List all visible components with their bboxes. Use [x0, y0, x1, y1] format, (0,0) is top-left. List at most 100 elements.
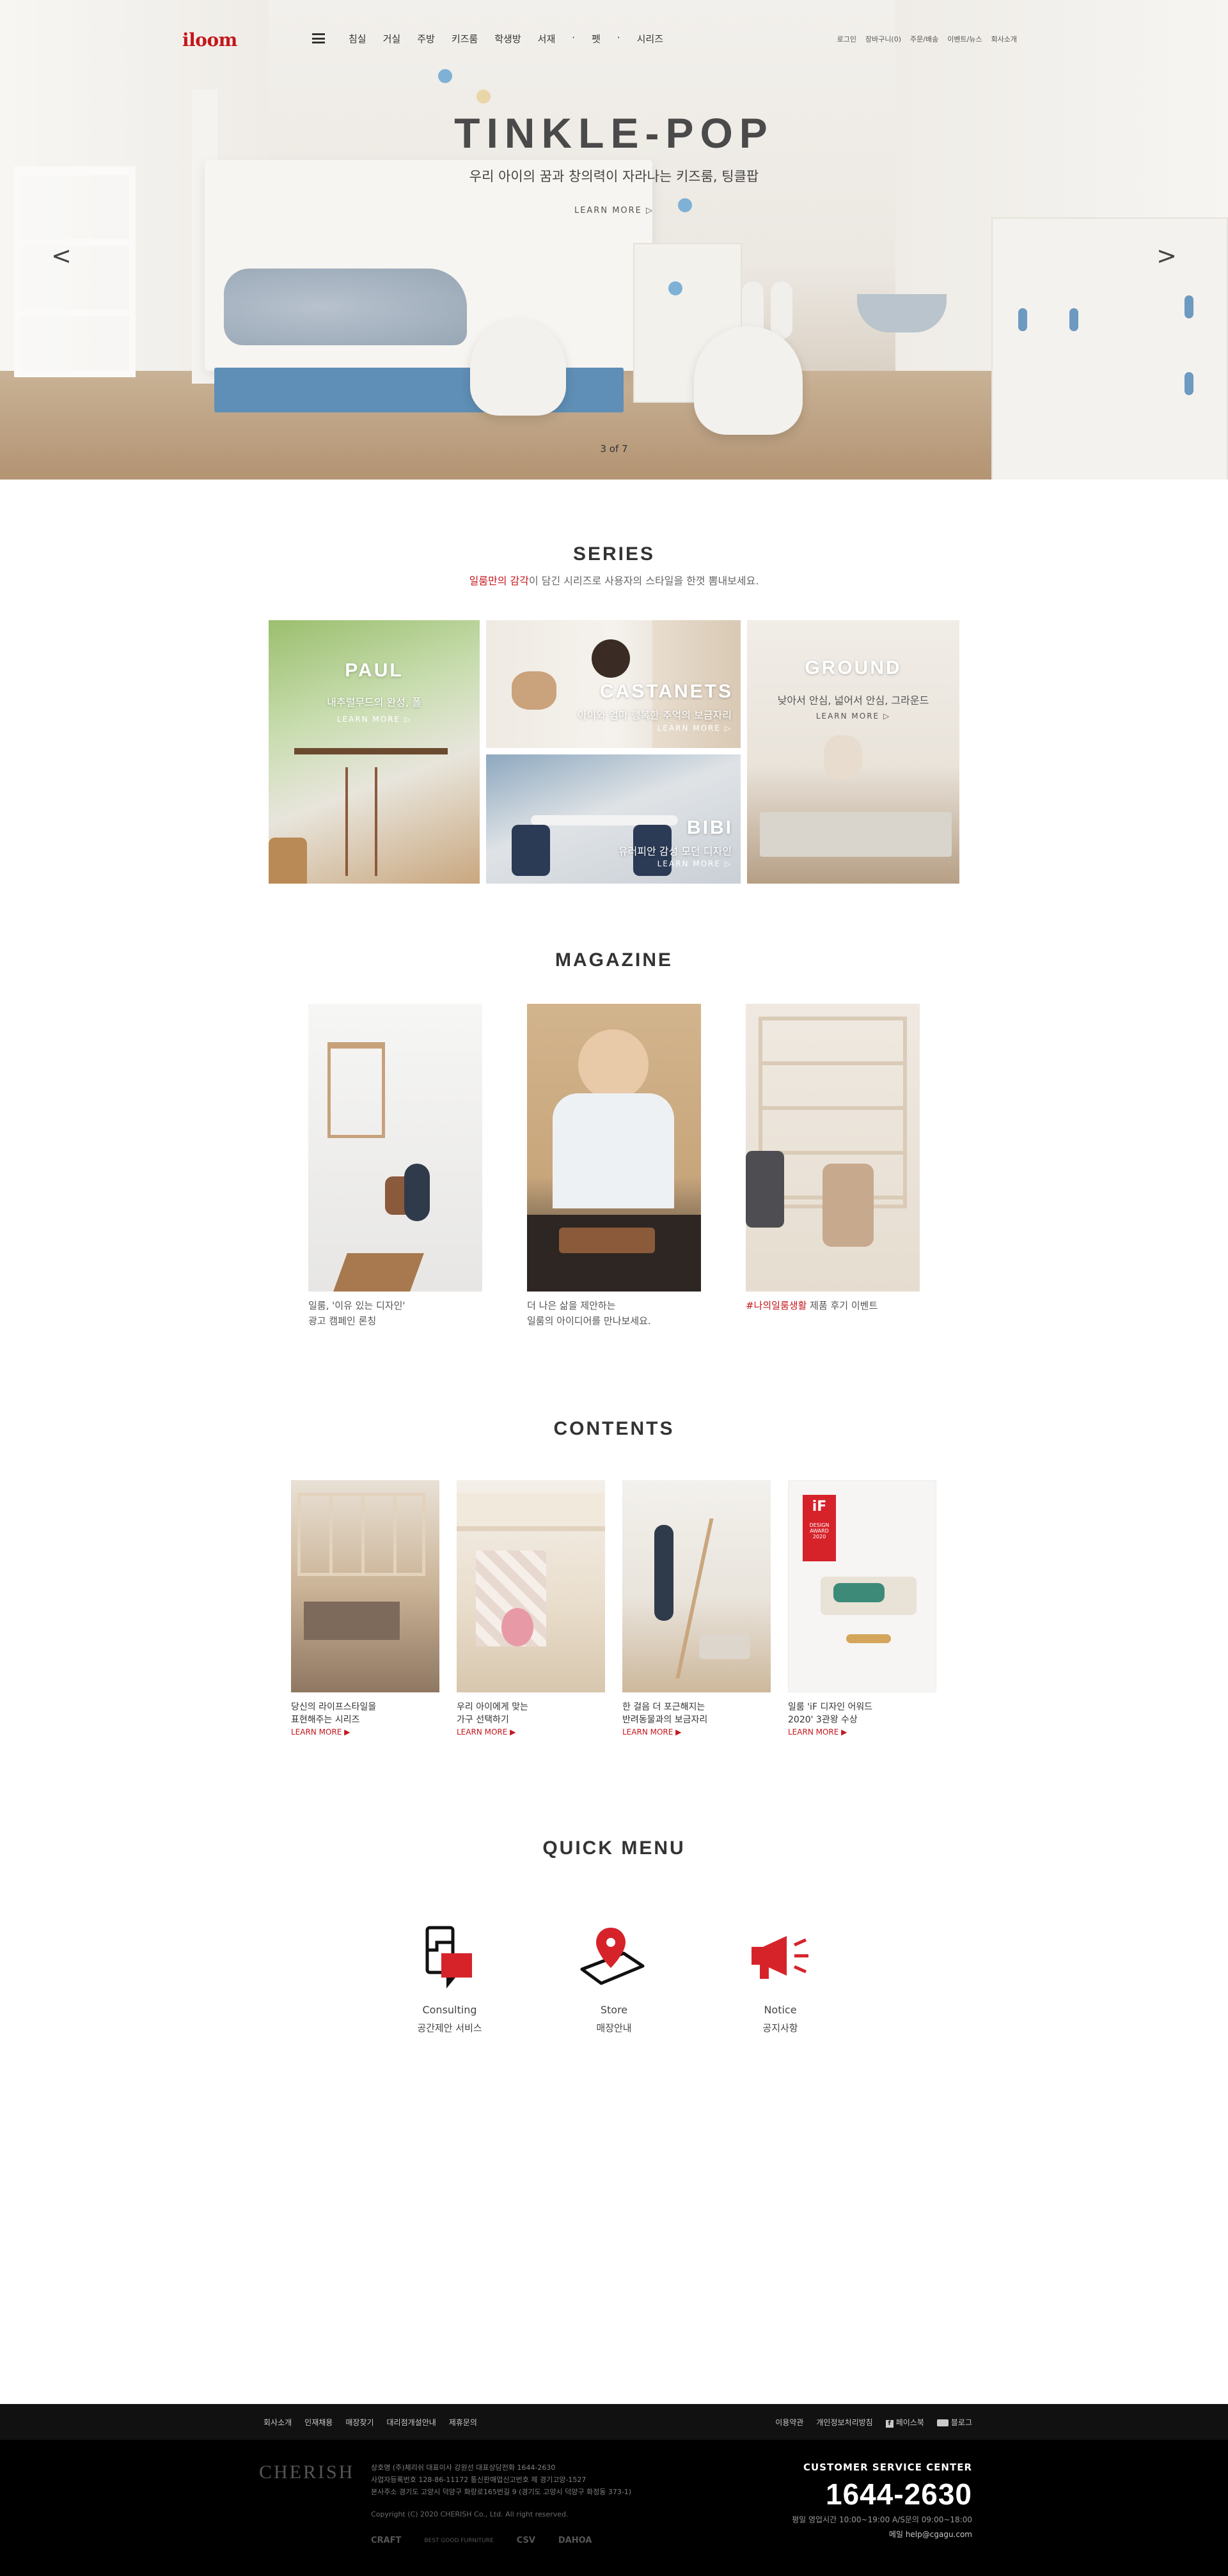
series-tile-ground[interactable]: GROUND 낮아서 안심, 넓어서 안심, 그라운드 LEARN MORE ▷ [747, 620, 959, 884]
nav-item-livingroom[interactable]: 거실 [383, 32, 401, 45]
nav-item-studentroom[interactable]: 학생방 [494, 32, 521, 45]
contents-title: CONTENTS [553, 1418, 675, 1439]
series-desc-line: 낮아서 안심, 넓어서 안심, 그라운드 [777, 694, 929, 706]
caption-line: 우리 아이에게 맞는 [457, 1702, 528, 1712]
series-learn-more[interactable]: LEARN MORE ▷ [747, 712, 959, 721]
footer-link-privacy[interactable]: 개인정보처리방침 [816, 2417, 872, 2428]
cs-mail[interactable]: 메일 help@cgagu.com [792, 2529, 972, 2540]
footer-links: 회사소개 인재채용 매장찾기 대리점개설안내 제휴문의 [264, 2417, 477, 2428]
mag-person [404, 1164, 430, 1221]
caption-line: 광고 캠페인 론칭 [308, 1315, 377, 1327]
footer-link-company[interactable]: 회사소개 [264, 2417, 292, 2428]
footer-link-recruit[interactable]: 인재채용 [304, 2417, 333, 2428]
contents-learn-more[interactable]: LEARN MORE ▶ [291, 1728, 350, 1737]
megaphone-icon [723, 1912, 838, 2001]
badge-line: DESIGN [809, 1522, 830, 1528]
util-events[interactable]: 이벤트/뉴스 [947, 34, 982, 44]
series-learn-more[interactable]: LEARN MORE ▷ [657, 859, 732, 868]
nav-item-kidsroom[interactable]: 키즈룸 [452, 32, 478, 45]
magazine-caption: 더 나은 삶을 제안하는 일룸의 아이디어를 만나보세요. [527, 1298, 701, 1329]
contents-card-pet[interactable] [622, 1480, 771, 1692]
ct-desk [304, 1602, 400, 1640]
magazine-card-ideas[interactable] [527, 1004, 701, 1292]
series-learn-more[interactable]: LEARN MORE ▷ [269, 715, 480, 724]
series-name: GROUND [805, 657, 902, 678]
caption-line: 일룸, '이유 있는 디자인' [308, 1300, 405, 1311]
quick-menu-ko: 매장안내 [596, 2022, 632, 2034]
footer-link-store[interactable]: 매장찾기 [345, 2417, 374, 2428]
contents-card-award[interactable]: iF DESIGN AWARD 2020 [788, 1480, 936, 1692]
magazine-card-campaign[interactable] [308, 1004, 482, 1292]
hero-prev-arrow-icon[interactable]: < [51, 242, 72, 270]
footer-link-partnership[interactable]: 제휴문의 [449, 2417, 477, 2428]
mag-desk [327, 1042, 385, 1138]
caption-line: 반려동물과의 보금자리 [622, 1715, 708, 1725]
caption-line: 일룸 'iF 디자인 어워드 [788, 1702, 873, 1712]
cs-phone[interactable]: 1644-2630 [792, 2477, 972, 2511]
caption-line: 당신의 라이프스타일을 [291, 1702, 377, 1712]
footer-cert-logos: CRAFT BEST GOOD FURNITURE CSV DAHOA [371, 2536, 592, 2545]
hero-subtitle: 우리 아이의 꿈과 창의력이 자라나는 키즈룸, 팅클팝 [469, 169, 759, 184]
magazine-card-review-event[interactable] [746, 1004, 920, 1292]
footer-copyright: Copyright (C) 2020 CHERISH Co., Ltd. All… [371, 2510, 569, 2518]
quick-menu-consulting[interactable]: Consulting 공간제안 서비스 [392, 1912, 507, 2034]
contents-learn-more[interactable]: LEARN MORE ▶ [622, 1728, 681, 1737]
nav-item-kitchen[interactable]: 주방 [417, 32, 435, 45]
info-line: 사업자등록번호 128-86-11172 통신판매업신고번호 제 경기고양-15… [371, 2476, 586, 2484]
quick-menu-notice[interactable]: Notice 공지사항 [723, 1912, 838, 2034]
ct-stool [846, 1634, 891, 1643]
contents-card-lifestyle[interactable] [291, 1480, 439, 1692]
series-learn-more[interactable]: LEARN MORE ▷ [657, 724, 732, 733]
series-tile-castanets[interactable]: CASTANETS 아이와 엄마 행복한 추억의 보금자리 LEARN MORE… [486, 620, 741, 748]
footer-link-facebook[interactable]: f 페이스북 [885, 2417, 924, 2428]
footer-link-agency[interactable]: 대리점개설안내 [387, 2417, 436, 2428]
quick-menu-en: Consulting [422, 2004, 477, 2016]
nav-item-pet[interactable]: 펫 [592, 32, 601, 45]
series-tile-paul[interactable]: PAUL 내추럴무드의 완성, 폴 LEARN MORE ▷ [269, 620, 480, 884]
series-desc-text: 이 담긴 시리즈로 사용자의 스타일을 한껏 뽐내보세요. [528, 575, 759, 587]
mag-table [333, 1253, 424, 1292]
mag-office-chair [746, 1151, 784, 1228]
blog-label: 블로그 [950, 2418, 972, 2427]
util-login[interactable]: 로그인 [837, 34, 856, 44]
main-nav: 침실 거실 주방 키즈룸 학생방 서재 · 펫 · 시리즈 [349, 32, 663, 45]
mag-food [559, 1228, 655, 1253]
castanets-cat [512, 671, 556, 710]
cert-dahoa: DAHOA [558, 2536, 592, 2545]
hero-garland-ball [476, 90, 491, 104]
util-company[interactable]: 회사소개 [991, 34, 1017, 44]
menu-icon[interactable] [312, 33, 325, 43]
util-orders[interactable]: 주문/배송 [910, 34, 938, 44]
caption-line: 일룸의 아이디어를 만나보세요. [527, 1315, 651, 1327]
footer-company-info: 상호명 (주)체리쉬 대표이사 강원선 대표상담전화 1644-2630 사업자… [371, 2462, 631, 2498]
contents-learn-more[interactable]: LEARN MORE ▶ [788, 1728, 847, 1737]
nav-item-bedroom[interactable]: 침실 [349, 32, 366, 45]
paul-table [294, 748, 448, 754]
contents-card-kids[interactable] [457, 1480, 605, 1692]
quick-menu-ko: 공지사항 [762, 2022, 798, 2034]
contents-learn-more[interactable]: LEARN MORE ▶ [457, 1728, 516, 1737]
nav-item-series[interactable]: 시리즈 [637, 32, 663, 45]
quick-menu-en: Notice [764, 2004, 797, 2016]
blog-icon [936, 2419, 949, 2426]
quick-menu-store[interactable]: Store 매장안내 [556, 1912, 672, 2034]
series-desc-line: 내추럴무드의 완성, 폴 [327, 696, 421, 708]
caption-hashtag[interactable]: #나의일룸생활 [746, 1300, 807, 1311]
footer-link-blog[interactable]: 블로그 [936, 2417, 972, 2428]
footer-links-right: 이용약관 개인정보처리방침 f 페이스북 블로그 [775, 2417, 972, 2428]
hero-learn-more[interactable]: LEARN MORE ▷ [0, 206, 1228, 215]
badge-line: 2020 [812, 1534, 826, 1540]
hero-shelf [14, 166, 136, 377]
site-logo[interactable]: iloom [182, 29, 237, 51]
series-tile-bibi[interactable]: BIBI 유러피안 감성 모던 디자인 LEARN MORE ▷ [486, 754, 741, 884]
ct-child [501, 1608, 533, 1646]
cs-hours: 평일 영업시간 10:00~19:00 A/S문의 09:00~18:00 [792, 2515, 972, 2524]
util-cart[interactable]: 장바구니(0) [865, 34, 901, 44]
hero-next-arrow-icon[interactable]: > [1156, 242, 1177, 270]
nav-item-study[interactable]: 서재 [538, 32, 556, 45]
store-pin-icon [556, 1912, 672, 2001]
footer-link-terms[interactable]: 이용약관 [775, 2417, 803, 2428]
magazine-title: MAGAZINE [555, 949, 673, 971]
hero-chair-ear [771, 281, 792, 339]
paul-basket [269, 838, 307, 884]
